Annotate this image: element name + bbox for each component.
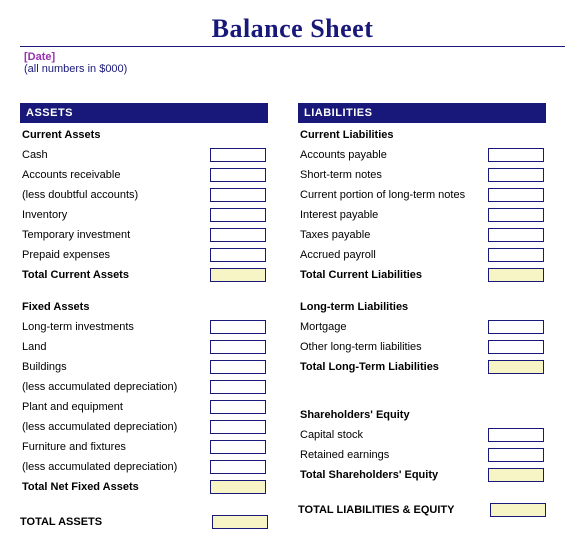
longterm-liabilities-heading: Long-term Liabilities [298, 297, 484, 317]
value-cell[interactable] [210, 168, 266, 182]
value-cell[interactable] [488, 448, 544, 462]
total-value-cell[interactable] [212, 515, 268, 529]
line-label: Furniture and fixtures [20, 437, 206, 457]
longterm-liabilities-table: Long-term Liabilities Mortgage Other lon… [298, 297, 546, 377]
value-cell[interactable] [488, 168, 544, 182]
assets-header: ASSETS [20, 103, 268, 123]
line-label: (less accumulated depreciation) [20, 457, 206, 477]
line-label: Current portion of long-term notes [298, 185, 484, 205]
total-value-cell[interactable] [490, 503, 546, 517]
page-title: Balance Sheet [20, 14, 565, 44]
line-label: Prepaid expenses [20, 245, 206, 265]
line-label: Plant and equipment [20, 397, 206, 417]
value-cell[interactable] [488, 428, 544, 442]
line-label: Taxes payable [298, 225, 484, 245]
total-current-assets-label: Total Current Assets [20, 265, 206, 285]
current-assets-heading: Current Assets [20, 125, 206, 145]
date-placeholder: [Date] [24, 51, 565, 63]
total-assets-label: TOTAL ASSETS [20, 516, 102, 528]
total-liabilities-equity-row: TOTAL LIABILITIES & EQUITY [298, 503, 546, 517]
value-cell[interactable] [210, 208, 266, 222]
line-label: Land [20, 337, 206, 357]
value-cell[interactable] [488, 148, 544, 162]
total-current-liabilities-label: Total Current Liabilities [298, 265, 484, 285]
total-value-cell[interactable] [488, 360, 544, 374]
total-value-cell[interactable] [210, 480, 266, 494]
current-liabilities-heading: Current Liabilities [298, 125, 484, 145]
title-rule [20, 46, 565, 47]
line-label: Short-term notes [298, 165, 484, 185]
value-cell[interactable] [210, 248, 266, 262]
total-value-cell[interactable] [488, 268, 544, 282]
equity-heading: Shareholders' Equity [298, 405, 484, 425]
line-label: Accounts payable [298, 145, 484, 165]
fixed-assets-heading: Fixed Assets [20, 297, 206, 317]
assets-column: ASSETS Current Assets Cash Accounts rece… [20, 103, 268, 529]
total-liabilities-equity-label: TOTAL LIABILITIES & EQUITY [298, 504, 454, 516]
value-cell[interactable] [210, 188, 266, 202]
current-liabilities-table: Current Liabilities Accounts payable Sho… [298, 125, 546, 285]
line-label: Retained earnings [298, 445, 484, 465]
line-label: Accounts receivable [20, 165, 206, 185]
total-fixed-assets-label: Total Net Fixed Assets [20, 477, 206, 497]
line-label: Capital stock [298, 425, 484, 445]
units-note: (all numbers in $000) [24, 63, 565, 75]
value-cell[interactable] [210, 148, 266, 162]
line-label: (less doubtful accounts) [20, 185, 206, 205]
total-longterm-liabilities-label: Total Long-Term Liabilities [298, 357, 484, 377]
equity-table: Shareholders' Equity Capital stock Retai… [298, 405, 546, 485]
fixed-assets-table: Fixed Assets Long-term investments Land … [20, 297, 268, 497]
liabilities-column: LIABILITIES Current Liabilities Accounts… [298, 103, 546, 529]
line-label: Buildings [20, 357, 206, 377]
value-cell[interactable] [488, 248, 544, 262]
current-assets-table: Current Assets Cash Accounts receivable … [20, 125, 268, 285]
line-label: Inventory [20, 205, 206, 225]
value-cell[interactable] [210, 440, 266, 454]
line-label: Long-term investments [20, 317, 206, 337]
value-cell[interactable] [210, 400, 266, 414]
line-label: Other long-term liabilities [298, 337, 484, 357]
line-label: Cash [20, 145, 206, 165]
value-cell[interactable] [210, 420, 266, 434]
total-value-cell[interactable] [488, 468, 544, 482]
value-cell[interactable] [488, 340, 544, 354]
line-label: Interest payable [298, 205, 484, 225]
total-equity-label: Total Shareholders' Equity [298, 465, 484, 485]
value-cell[interactable] [210, 460, 266, 474]
value-cell[interactable] [210, 320, 266, 334]
value-cell[interactable] [488, 208, 544, 222]
line-label: Mortgage [298, 317, 484, 337]
value-cell[interactable] [488, 228, 544, 242]
value-cell[interactable] [210, 228, 266, 242]
value-cell[interactable] [488, 320, 544, 334]
line-label: (less accumulated depreciation) [20, 377, 206, 397]
liabilities-header: LIABILITIES [298, 103, 546, 123]
line-label: Temporary investment [20, 225, 206, 245]
line-label: Accrued payroll [298, 245, 484, 265]
total-assets-row: TOTAL ASSETS [20, 515, 268, 529]
value-cell[interactable] [488, 188, 544, 202]
value-cell[interactable] [210, 360, 266, 374]
line-label: (less accumulated depreciation) [20, 417, 206, 437]
value-cell[interactable] [210, 340, 266, 354]
total-value-cell[interactable] [210, 268, 266, 282]
value-cell[interactable] [210, 380, 266, 394]
